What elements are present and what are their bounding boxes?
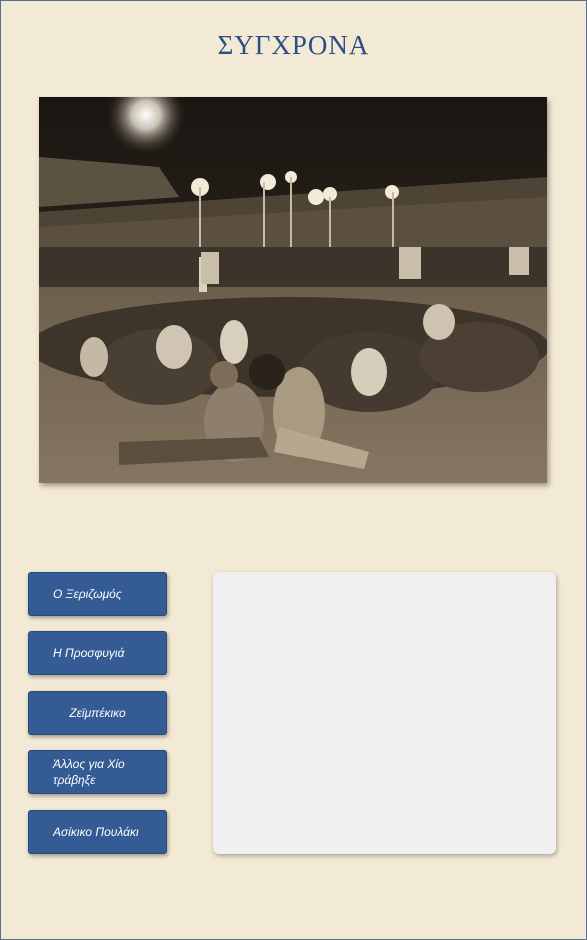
menu-button-allos-gia-chio[interactable]: Άλλος για Χίο τράβηξε (28, 750, 167, 794)
menu-button-xerizomos[interactable]: Ο Ξεριζωμός (28, 572, 167, 616)
menu-button-label: Ο Ξεριζωμός (53, 587, 122, 601)
menu-button-asikiko-poulaki[interactable]: Ασίκικο Πουλάκι (28, 810, 167, 854)
menu-button-zeimpekiko[interactable]: Ζεϊμπέκικο (28, 691, 167, 735)
menu-button-prosfygia[interactable]: Η Προσφυγιά (28, 631, 167, 675)
concert-photo (39, 97, 547, 483)
menu-button-label: Ζεϊμπέκικο (69, 706, 126, 720)
concert-photo-image (39, 97, 547, 483)
page-title: ΣΥΓΧΡΟΝΑ (217, 30, 370, 60)
content-panel (213, 572, 556, 854)
menu-button-label: Η Προσφυγιά (53, 646, 125, 660)
menu-button-label: Ασίκικο Πουλάκι (53, 825, 139, 839)
menu-button-label: Άλλος για Χίο τράβηξε (53, 757, 125, 787)
